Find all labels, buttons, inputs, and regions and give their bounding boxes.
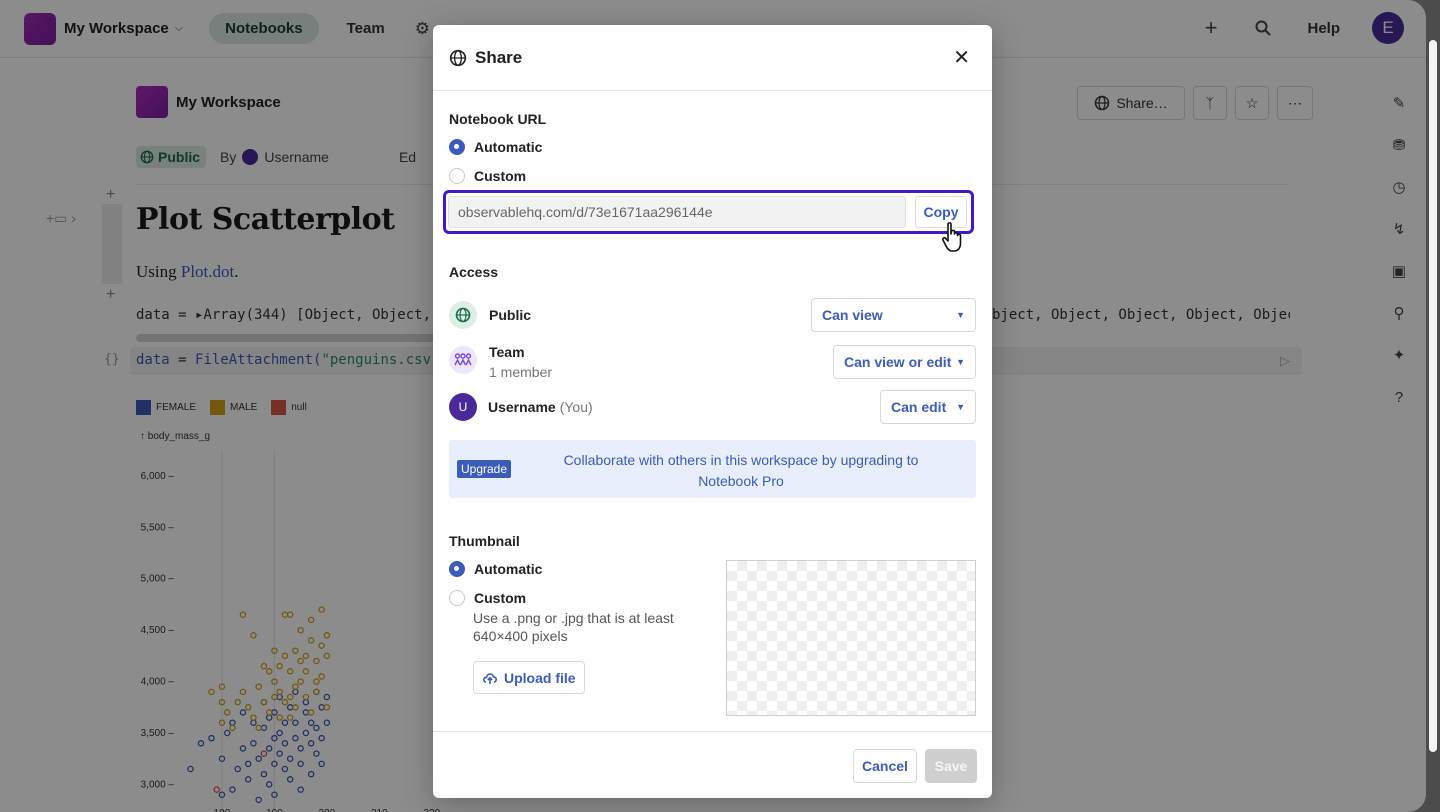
page-scrollbar[interactable] xyxy=(1429,40,1437,752)
permission-select-team[interactable]: Can view or edit ▼ xyxy=(833,345,976,379)
share-dialog: Share ✕ Notebook URL Automatic Custom ob… xyxy=(433,25,992,798)
thumbnail-section-label: Thumbnail xyxy=(449,533,520,549)
close-icon[interactable]: ✕ xyxy=(953,45,970,70)
notebook-url-field[interactable]: observablehq.com/d/73e1671aa296144e xyxy=(448,196,906,228)
thumb-automatic-radio[interactable]: Automatic xyxy=(449,561,542,577)
access-section-label: Access xyxy=(449,264,499,280)
caret-down-icon: ▼ xyxy=(956,357,965,367)
access-team-text: Team 1 member xyxy=(477,344,552,380)
access-row-team: Team 1 member Can view or edit ▼ xyxy=(449,342,976,382)
url-custom-radio[interactable]: Custom xyxy=(449,168,526,184)
url-section-label: Notebook URL xyxy=(449,111,547,127)
access-sub: 1 member xyxy=(489,364,553,380)
access-row-public: Public Can view ▼ xyxy=(449,298,976,332)
cancel-button[interactable]: Cancel xyxy=(853,749,917,783)
dialog-footer: Cancel Save xyxy=(433,731,992,798)
upload-label: Upload file xyxy=(504,669,576,686)
radio-icon[interactable] xyxy=(449,590,465,606)
dialog-title: Share xyxy=(475,47,523,67)
save-button[interactable]: Save xyxy=(925,749,977,783)
radio-label: Custom xyxy=(474,590,527,606)
user-avatar: U xyxy=(449,393,477,421)
you-label: (You) xyxy=(559,399,593,415)
radio-label: Automatic xyxy=(474,139,543,155)
thumbnail-preview xyxy=(726,560,976,716)
globe-icon xyxy=(449,301,477,329)
url-automatic-radio[interactable]: Automatic xyxy=(449,139,542,155)
hand-cursor-icon xyxy=(942,222,962,252)
caret-down-icon: ▼ xyxy=(956,402,965,412)
permission-value: Can view xyxy=(822,307,883,323)
radio-label: Custom xyxy=(474,168,527,184)
upload-file-button[interactable]: Upload file xyxy=(473,661,585,694)
access-name: Username (You) xyxy=(488,399,593,415)
permission-select-public[interactable]: Can view ▼ xyxy=(811,298,976,332)
radio-selected-icon[interactable] xyxy=(449,561,465,577)
cloud-upload-icon xyxy=(483,672,497,684)
radio-label: Automatic xyxy=(474,561,543,577)
upgrade-badge[interactable]: Upgrade xyxy=(457,460,512,478)
team-icon xyxy=(449,346,477,374)
thumbnail-hint: Use a .png or .jpg that is at least 640×… xyxy=(473,610,674,644)
access-name: Team xyxy=(489,344,525,360)
radio-selected-icon[interactable] xyxy=(449,139,465,155)
permission-select-user[interactable]: Can edit ▼ xyxy=(880,390,976,424)
dialog-header: Share xyxy=(433,25,992,91)
thumb-custom-radio[interactable]: Custom xyxy=(449,590,526,606)
radio-icon[interactable] xyxy=(449,168,465,184)
permission-value: Can edit xyxy=(891,399,947,415)
access-row-user: U Username (You) Can edit ▼ xyxy=(449,390,976,424)
permission-value: Can view or edit xyxy=(844,354,952,370)
globe-icon xyxy=(449,49,467,66)
access-username: Username xyxy=(488,399,556,415)
caret-down-icon: ▼ xyxy=(956,310,965,320)
access-name: Public xyxy=(489,307,532,323)
upgrade-banner: Upgrade Collaborate with others in this … xyxy=(449,440,976,498)
upgrade-link[interactable]: Collaborate with others in this workspac… xyxy=(541,450,941,492)
